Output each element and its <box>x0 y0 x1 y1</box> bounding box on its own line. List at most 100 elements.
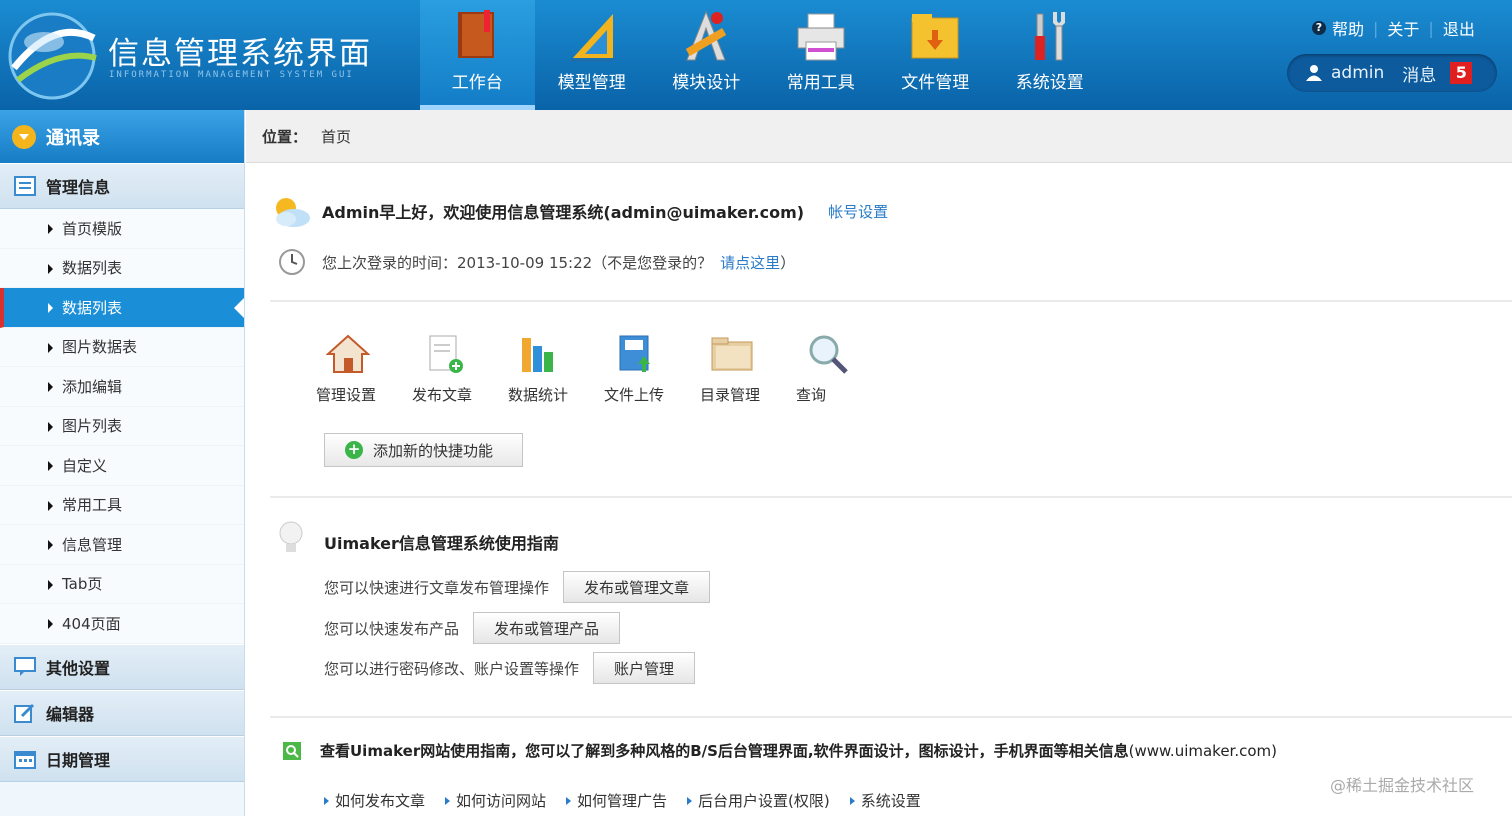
sidebar-item-404-page[interactable]: 404页面 <box>0 604 244 644</box>
sidebar-group-other-settings[interactable]: 其他设置 <box>0 643 244 690</box>
sidebar-header[interactable]: 通讯录 <box>0 110 244 163</box>
sidebar-group-label: 日期管理 <box>46 750 111 770</box>
quick-search[interactable]: 查询 <box>796 332 892 405</box>
sidebar-item-image-list[interactable]: 图片列表 <box>0 406 244 446</box>
sidebar-group-label: 管理信息 <box>46 178 111 197</box>
sidebar-item-common-tools[interactable]: 常用工具 <box>0 485 244 525</box>
user-icon <box>1306 65 1322 81</box>
quick-label: 数据统计 <box>508 386 569 404</box>
calendar-icon <box>14 750 36 769</box>
magnifier-icon <box>809 335 848 374</box>
sidebar-item-tab-page[interactable]: Tab页 <box>0 564 244 604</box>
book-icon <box>458 10 494 58</box>
quick-manage-settings[interactable]: 管理设置 <box>316 332 412 405</box>
sidebar-item-data-list[interactable]: 数据列表 <box>0 248 244 288</box>
quick-data-stats[interactable]: 数据统计 <box>508 332 604 405</box>
sidebar-group-label: 其他设置 <box>46 658 111 678</box>
help-link-manage-ads[interactable]: 如何管理广告 <box>566 790 667 811</box>
sidebar-item-label: 信息管理 <box>62 535 123 554</box>
messages-count-badge[interactable]: 5 <box>1450 62 1473 84</box>
arrow-right-icon <box>566 796 572 805</box>
help-icon: ? <box>1312 21 1326 35</box>
globe-logo-icon <box>8 12 97 100</box>
manage-products-button[interactable]: 发布或管理产品 <box>473 612 621 644</box>
nav-label: 模型管理 <box>557 73 626 93</box>
arrow-right-icon <box>48 303 53 313</box>
sidebar-group-manage-info[interactable]: 管理信息 <box>0 163 244 209</box>
help-link-label: 如何管理广告 <box>577 792 668 810</box>
sidebar-group-date-management[interactable]: 日期管理 <box>0 735 244 782</box>
account-management-button[interactable]: 账户管理 <box>593 652 696 684</box>
lightbulb-icon <box>279 521 303 552</box>
help-link-visit-site[interactable]: 如何访问网站 <box>445 790 546 811</box>
last-login-line: 您上次登录的时间：2013-10-09 15:22（不是您登录的？ 请点这里 ） <box>278 248 795 276</box>
tools-icon <box>1034 12 1065 61</box>
quick-directory-management[interactable]: 目录管理 <box>700 332 796 405</box>
divider <box>270 716 1512 718</box>
site-guide-text: 查看Uimaker网站使用指南，您可以了解到多种风格的B/S后台管理界面,软件界… <box>320 740 1277 761</box>
nav-module-design[interactable]: 模块设计 <box>649 0 764 110</box>
help-link-publish-article[interactable]: 如何发布文章 <box>324 790 425 811</box>
sidebar-item-image-table[interactable]: 图片数据表 <box>0 327 244 367</box>
sidebar-group-label: 编辑器 <box>46 704 95 724</box>
watermark: @稀土掘金技术社区 <box>1330 776 1475 795</box>
sidebar-item-home-template[interactable]: 首页模版 <box>0 209 244 249</box>
upload-icon <box>619 335 650 372</box>
collapse-arrow-icon <box>12 124 36 149</box>
quick-file-upload[interactable]: 文件上传 <box>604 332 700 405</box>
nav-label: 文件管理 <box>901 73 970 93</box>
sidebar-item-add-edit[interactable]: 添加编辑 <box>0 367 244 407</box>
account-settings-link[interactable]: 帐号设置 <box>828 201 888 222</box>
add-quick-function-button[interactable]: + 添加新的快捷功能 <box>324 433 523 467</box>
sidebar-item-label: 添加编辑 <box>62 377 123 396</box>
sidebar-group-editor[interactable]: 编辑器 <box>0 689 244 736</box>
site-guide-body: 查看Uimaker网站使用指南，您可以了解到多种风格的B/S后台管理界面,软件界… <box>320 742 1129 760</box>
messages-link[interactable]: 消息 <box>1402 61 1436 86</box>
nav-file-management[interactable]: 文件管理 <box>878 0 993 110</box>
clock-icon <box>279 249 305 275</box>
guide-row: 您可以快速进行文章发布管理操作 发布或管理文章 <box>324 571 711 603</box>
welcome-text: Admin早上好，欢迎使用信息管理系统(admin@uimaker.com) <box>322 203 805 222</box>
nav-model-management[interactable]: 模型管理 <box>535 0 650 110</box>
breadcrumb-current[interactable]: 首页 <box>321 126 351 147</box>
ruler-icon <box>570 14 613 62</box>
help-link[interactable]: 帮助 <box>1332 16 1364 40</box>
sidebar-item-info-management[interactable]: 信息管理 <box>0 525 244 565</box>
nav-system-settings[interactable]: 系统设置 <box>993 0 1108 110</box>
app-title: 信息管理系统界面 <box>108 36 372 72</box>
printer-icon <box>797 13 844 61</box>
nav-workbench[interactable]: 工作台 <box>420 0 535 110</box>
bar-chart-icon <box>522 338 553 372</box>
sidebar-item-label: 首页模版 <box>62 219 123 238</box>
logout-link[interactable]: 退出 <box>1443 16 1475 40</box>
click-here-link[interactable]: 请点这里 <box>720 252 780 273</box>
sun-cloud-icon <box>276 198 310 227</box>
site-url[interactable]: (www.uimaker.com) <box>1129 742 1277 760</box>
add-quick-label: 添加新的快捷功能 <box>373 441 494 460</box>
sidebar-item-data-list-active[interactable]: 数据列表 <box>0 288 244 328</box>
quick-label: 文件上传 <box>604 386 665 404</box>
sidebar-item-label: 数据列表 <box>62 298 123 317</box>
nav-common-tools[interactable]: 常用工具 <box>764 0 879 110</box>
site-guide-line: 查看Uimaker网站使用指南，您可以了解到多种风格的B/S后台管理界面,软件界… <box>282 740 1277 761</box>
username[interactable]: admin <box>1331 63 1384 83</box>
user-bar: admin 消息 5 <box>1287 54 1497 92</box>
arrow-right-icon <box>48 263 53 274</box>
sidebar-item-custom[interactable]: 自定义 <box>0 446 244 486</box>
about-link[interactable]: 关于 <box>1387 16 1419 40</box>
house-icon <box>326 334 370 373</box>
edit-icon <box>14 703 35 723</box>
manage-articles-button[interactable]: 发布或管理文章 <box>563 571 711 603</box>
nav-label: 模块设计 <box>672 73 741 93</box>
help-link-user-permissions[interactable]: 后台用户设置(权限) <box>687 790 830 811</box>
breadcrumb: 位置： 首页 <box>246 110 1512 163</box>
guide-title: Uimaker信息管理系统使用指南 <box>324 534 559 553</box>
arrow-right-icon <box>324 796 329 805</box>
arrow-right-icon <box>48 461 53 471</box>
quick-label: 发布文章 <box>412 386 473 404</box>
sidebar-item-label: 常用工具 <box>62 496 123 515</box>
divider: | <box>1428 18 1434 38</box>
help-link-system-settings[interactable]: 系统设置 <box>849 790 921 811</box>
quick-publish-article[interactable]: 发布文章 <box>412 332 508 405</box>
last-login-text: 您上次登录的时间：2013-10-09 15:22（不是您登录的？ <box>322 253 713 272</box>
